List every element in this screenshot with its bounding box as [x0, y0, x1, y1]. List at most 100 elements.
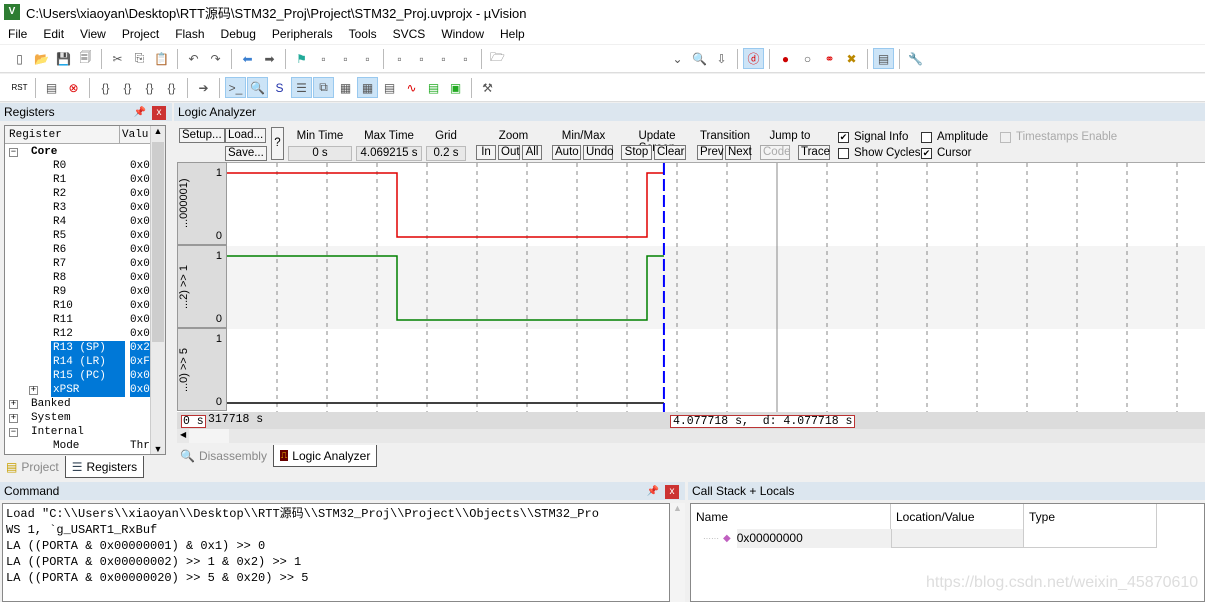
register-row[interactable]: R12 0x00	[5, 327, 165, 341]
load-button[interactable]: Load...	[225, 127, 267, 143]
undo-icon[interactable]: ↶	[184, 49, 203, 68]
menu-tools[interactable]: Tools	[341, 27, 385, 41]
debug-session-icon[interactable]: ⓓ	[743, 48, 764, 69]
command-window-icon[interactable]: >_	[225, 77, 246, 98]
breakpoint-icon[interactable]: ●	[776, 49, 795, 68]
auto-button[interactable]: Auto	[552, 145, 581, 160]
timestamps-enable-checkbox[interactable]: Timestamps Enable	[1000, 131, 1117, 143]
register-row[interactable]: R15 (PC) 0x08	[5, 369, 165, 383]
register-row[interactable]: R9 0x00	[5, 285, 165, 299]
open-folder-icon[interactable]: 📂	[32, 49, 51, 68]
stop-icon[interactable]: ⊗	[64, 78, 83, 97]
toolbox-icon[interactable]: ⚒	[478, 78, 497, 97]
waveform-area[interactable]	[177, 162, 1205, 413]
tab-disassembly[interactable]: 🔍 Disassembly	[174, 445, 273, 467]
column-value[interactable]: Valu	[120, 126, 150, 143]
next-bookmark-icon[interactable]: ▫	[336, 49, 355, 68]
trace-button[interactable]: Trace	[798, 145, 830, 160]
trace-window-icon[interactable]: ▤	[424, 78, 443, 97]
scroll-left-icon[interactable]: ◀	[180, 430, 186, 439]
menu-window[interactable]: Window	[433, 27, 492, 41]
copy-icon[interactable]: ⎘	[130, 49, 149, 68]
register-row[interactable]: R0 0x00	[5, 159, 165, 173]
bookmark-icon[interactable]: ⚑	[292, 49, 311, 68]
register-row[interactable]: + Banked	[5, 397, 165, 411]
menu-peripherals[interactable]: Peripherals	[264, 27, 341, 41]
menu-svcs[interactable]: SVCS	[385, 27, 434, 41]
reset-icon[interactable]: RST	[10, 78, 29, 97]
paste-icon[interactable]: 📋	[152, 49, 171, 68]
register-row[interactable]: R10 0x00	[5, 299, 165, 313]
menu-view[interactable]: View	[72, 27, 114, 41]
run-icon[interactable]: ▤	[42, 78, 61, 97]
tab-logic-analyzer[interactable]: ⎍ Logic Analyzer	[272, 445, 378, 467]
scroll-thumb[interactable]	[189, 429, 229, 443]
register-row[interactable]: R1 0x00	[5, 173, 165, 187]
save-icon[interactable]: 💾	[54, 49, 73, 68]
register-row[interactable]: R2 0x00	[5, 187, 165, 201]
pin-icon[interactable]: 📌	[134, 107, 146, 118]
run-to-cursor-icon[interactable]: {}	[162, 78, 181, 97]
kill-breakpoints-icon[interactable]: ✖	[842, 49, 861, 68]
register-row[interactable]: R7 0x00	[5, 257, 165, 271]
register-row[interactable]: R8 0x00	[5, 271, 165, 285]
back-arrow-icon[interactable]: ⬅	[238, 49, 257, 68]
symbols-window-icon[interactable]: S	[270, 78, 289, 97]
collapse-icon[interactable]: −	[9, 428, 18, 437]
horizontal-scrollbar[interactable]: ◀	[177, 429, 1205, 443]
zoom-all-button[interactable]: All	[522, 145, 542, 160]
command-output[interactable]: Load "C:\\Users\\xiaoyan\\Desktop\\RTT源码…	[2, 503, 670, 602]
uncomment-icon[interactable]: ▫	[456, 49, 475, 68]
prev-bookmark-icon[interactable]: ▫	[314, 49, 333, 68]
redo-icon[interactable]: ↷	[206, 49, 225, 68]
step-into-icon[interactable]: {}	[96, 78, 115, 97]
cursor-checkbox[interactable]: ✔ Cursor	[921, 147, 972, 159]
watch-window-icon[interactable]: ▦	[336, 78, 355, 97]
signal-label[interactable]: ...0) >> 5 1 0	[177, 328, 227, 411]
cut-icon[interactable]: ✂	[108, 49, 127, 68]
incremental-find-icon[interactable]: ⇩	[712, 49, 731, 68]
registers-scrollbar[interactable]: ▲ ▼	[150, 126, 165, 454]
register-row[interactable]: R6 0x00	[5, 243, 165, 257]
register-row[interactable]: − Internal	[5, 425, 165, 439]
collapse-icon[interactable]: −	[9, 148, 18, 157]
registers-window-icon[interactable]: ☰	[291, 77, 312, 98]
register-row[interactable]: R5 0x00	[5, 229, 165, 243]
call-stack-window-icon[interactable]: ⧉	[313, 77, 334, 98]
system-viewer-icon[interactable]: ▣	[446, 78, 465, 97]
disable-breakpoint-icon[interactable]: ○	[798, 49, 817, 68]
register-row[interactable]: Mode Thre	[5, 439, 165, 453]
column-register[interactable]: Register	[5, 126, 120, 143]
disassembly-window-icon[interactable]: 🔍	[247, 77, 268, 98]
target-dropdown-icon[interactable]: ⌄	[668, 49, 687, 68]
column-location-value[interactable]: Location/Value	[891, 504, 1024, 529]
forward-arrow-icon[interactable]: ➡	[260, 49, 279, 68]
zoom-out-button[interactable]: Out	[498, 145, 520, 160]
command-scrollbar[interactable]: ▲	[670, 503, 685, 602]
save-all-icon[interactable]: 🗐	[76, 49, 95, 68]
serial-window-icon[interactable]: ▤	[380, 78, 399, 97]
indent-icon[interactable]: ▫	[390, 49, 409, 68]
next-button[interactable]: Next	[725, 145, 752, 160]
register-row[interactable]: − Core	[5, 145, 165, 159]
column-type[interactable]: Type	[1024, 504, 1157, 529]
window-layout-icon[interactable]: ▤	[873, 48, 894, 69]
menu-flash[interactable]: Flash	[167, 27, 212, 41]
register-row[interactable]: + System	[5, 411, 165, 425]
register-row[interactable]: R11 0x00	[5, 313, 165, 327]
save-button[interactable]: Save...	[225, 145, 267, 161]
clear-button[interactable]: Clear	[654, 145, 686, 160]
scroll-down-icon[interactable]: ▼	[151, 444, 165, 454]
signal-label[interactable]: ...000001) 1 0	[177, 162, 227, 245]
expand-icon[interactable]: +	[29, 386, 38, 395]
analysis-window-icon[interactable]: ∿	[402, 78, 421, 97]
signal-info-checkbox[interactable]: ✔ Signal Info	[838, 131, 908, 143]
menu-debug[interactable]: Debug	[213, 27, 264, 41]
close-icon[interactable]: x	[152, 106, 166, 120]
amplitude-checkbox[interactable]: Amplitude	[921, 131, 988, 143]
register-row[interactable]: R14 (LR) 0xFF	[5, 355, 165, 369]
table-row[interactable]: ······ ◆ 0x00000000	[691, 529, 1204, 548]
menu-help[interactable]: Help	[492, 27, 533, 41]
register-row[interactable]: R13 (SP) 0x20	[5, 341, 165, 355]
setup-button[interactable]: Setup...	[179, 127, 225, 143]
